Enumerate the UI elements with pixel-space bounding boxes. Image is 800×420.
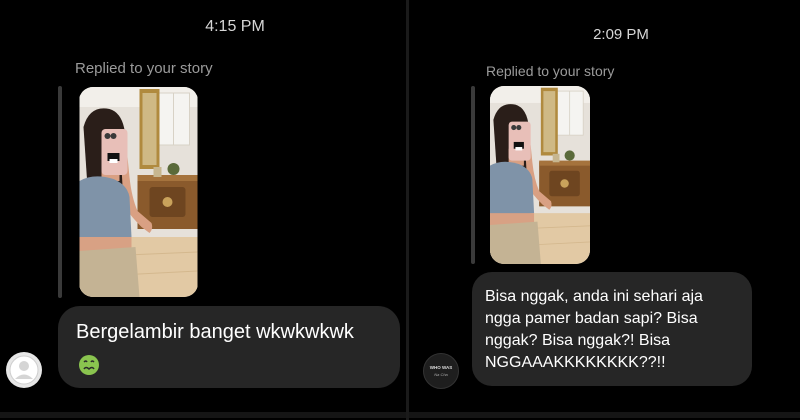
default-user-icon [9,355,39,385]
right-dm-screenshot: 2:09 PM Replied to your story Bisa nggak… [409,0,800,420]
avatar-subtext: Na Cha [434,372,448,377]
message-timestamp: 4:15 PM [205,18,265,35]
message-line: ngga pamer badan sapi? Bisa [485,310,698,327]
message-bubble[interactable]: Bisa nggak, anda ini sehari aja ngga pam… [472,272,752,386]
replied-to-story-label: Replied to your story [75,60,213,77]
message-text: Bisa nggak, anda ini sehari aja ngga pam… [485,286,703,374]
avatar-text: WHO WAS [429,365,453,370]
bottom-edge [409,412,800,418]
left-dm-screenshot: 4:15 PM Replied to your story Bergelambi… [0,0,406,420]
nauseated-face-icon [78,354,100,376]
story-thumbnail[interactable] [490,86,590,264]
message-line: Bisa nggak, anda ini sehari aja [485,288,703,305]
story-thumbnail[interactable] [79,87,198,297]
sender-avatar[interactable] [6,352,42,388]
replied-to-story-label: Replied to your story [486,63,615,79]
reply-indicator-bar [58,86,62,298]
bottom-edge [0,412,406,418]
message-line: nggak? Bisa nggak?! Bisa [485,332,671,349]
story-image [490,86,590,264]
message-line: NGGAAAKKKKKKKK??!! [485,354,666,371]
message-bubble[interactable]: Bergelambir banget wkwkwkwk [58,306,400,388]
message-timestamp: 2:09 PM [593,26,649,43]
reply-indicator-bar [471,86,475,264]
story-image [79,87,198,297]
message-text: Bergelambir banget wkwkwkwk [76,321,354,343]
sender-avatar[interactable]: WHO WAS Na Cha [423,353,459,389]
